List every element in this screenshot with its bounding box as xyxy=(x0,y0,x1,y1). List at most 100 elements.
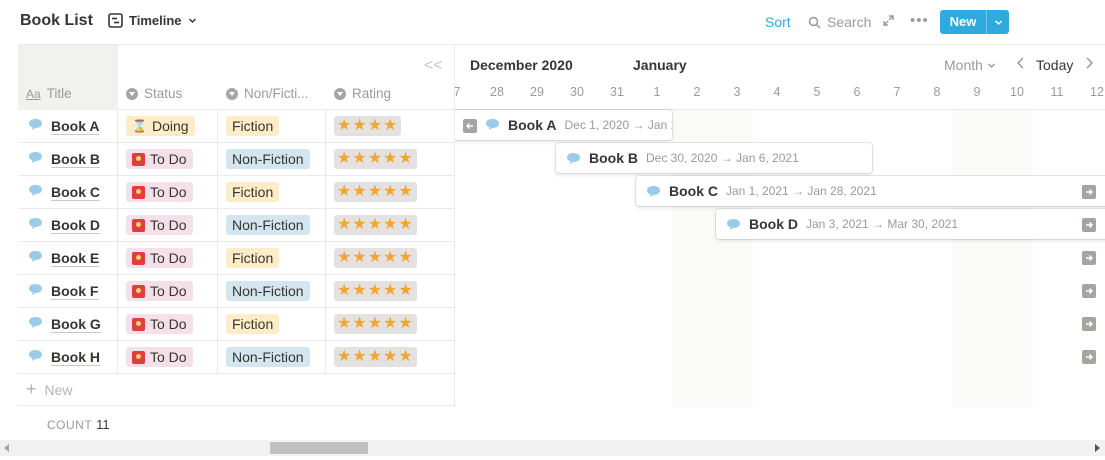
table-row[interactable]: Book A ⌛ Doing Fiction ★★★★ xyxy=(18,110,454,143)
scroll-to-start-button[interactable] xyxy=(463,119,477,133)
rating-cell[interactable]: ★★★★★ xyxy=(326,209,454,241)
timeline-bar[interactable]: Book D Jan 3, 2021 → Mar 30, 2021 xyxy=(716,209,1105,239)
fiction-cell[interactable]: Fiction xyxy=(218,110,326,142)
column-header-non-fiction[interactable]: Non/Ficti... xyxy=(226,86,309,101)
status-label: To Do xyxy=(150,151,187,167)
fiction-cell[interactable]: Fiction xyxy=(218,242,326,274)
more-options-button[interactable]: ••• xyxy=(910,12,929,29)
scroll-to-end-button[interactable] xyxy=(1082,251,1096,265)
fiction-cell[interactable]: Non-Fiction xyxy=(218,341,326,373)
chevron-down-icon xyxy=(994,19,1002,25)
status-cell[interactable]: To Do xyxy=(118,176,218,208)
day-label: 11 xyxy=(1050,85,1064,99)
status-cell[interactable]: To Do xyxy=(118,275,218,307)
day-label: 10 xyxy=(1010,85,1024,99)
timeline-bar[interactable]: Book A Dec 1, 2020 → Jan 1, 2021 xyxy=(455,110,672,140)
scroll-left-arrow-icon[interactable] xyxy=(4,444,9,452)
table-row[interactable]: Book D To Do Non-Fiction ★★★★★ xyxy=(18,209,454,242)
rating-cell[interactable]: ★★★★★ xyxy=(326,275,454,307)
column-header-status[interactable]: Status xyxy=(126,86,182,101)
book-title[interactable]: Book C xyxy=(51,184,100,201)
speech-bubble-icon xyxy=(28,283,43,299)
scroll-to-end-button[interactable] xyxy=(1082,185,1096,199)
scroll-to-end-button[interactable] xyxy=(1082,317,1096,331)
sort-button[interactable]: Sort xyxy=(765,14,791,30)
timeline-bar-dates: Dec 30, 2020 → Jan 6, 2021 xyxy=(646,151,799,165)
rating-cell[interactable]: ★★★★★ xyxy=(326,341,454,373)
table-row[interactable]: Book F To Do Non-Fiction ★★★★★ xyxy=(18,275,454,308)
day-label: 12 xyxy=(1090,85,1104,99)
fiction-cell[interactable]: Non-Fiction xyxy=(218,209,326,241)
scroll-to-end-button[interactable] xyxy=(1082,218,1096,232)
status-cell[interactable]: To Do xyxy=(118,242,218,274)
siren-icon xyxy=(132,218,145,232)
status-cell[interactable]: To Do xyxy=(118,209,218,241)
status-cell[interactable]: To Do xyxy=(118,143,218,175)
rating-cell[interactable]: ★★★★★ xyxy=(326,143,454,175)
scroll-to-end-button[interactable] xyxy=(1082,284,1096,298)
timeline-bar[interactable]: Book B Dec 30, 2020 → Jan 6, 2021 xyxy=(556,143,872,173)
timeline-bar-dates: Jan 1, 2021 → Jan 28, 2021 xyxy=(726,184,877,198)
title-cell[interactable]: Book H xyxy=(18,341,118,373)
status-cell[interactable]: ⌛ Doing xyxy=(118,110,218,142)
rating-cell[interactable]: ★★★★ xyxy=(326,110,454,142)
title-cell[interactable]: Book D xyxy=(18,209,118,241)
fiction-cell[interactable]: Fiction xyxy=(218,308,326,340)
previous-button[interactable] xyxy=(1016,56,1026,75)
column-header-rating[interactable]: Rating xyxy=(334,86,391,101)
rating-cell[interactable]: ★★★★★ xyxy=(326,242,454,274)
timeline-bar[interactable]: Book C Jan 1, 2021 → Jan 28, 2021 xyxy=(636,176,1105,206)
new-button[interactable]: New xyxy=(940,10,1009,34)
open-as-page-button[interactable] xyxy=(882,14,895,32)
view-switcher[interactable]: Timeline xyxy=(108,13,197,28)
search-button[interactable]: Search xyxy=(808,14,871,30)
table-row[interactable]: Book B To Do Non-Fiction ★★★★★ xyxy=(18,143,454,176)
book-title[interactable]: Book G xyxy=(51,316,101,333)
rating-cell[interactable]: ★★★★★ xyxy=(326,176,454,208)
new-dropdown-button[interactable] xyxy=(986,10,1009,34)
title-cell[interactable]: Book C xyxy=(18,176,118,208)
title-cell[interactable]: Book B xyxy=(18,143,118,175)
today-button[interactable]: Today xyxy=(1036,57,1073,73)
siren-icon xyxy=(132,284,145,298)
fiction-cell[interactable]: Non-Fiction xyxy=(218,143,326,175)
title-cell[interactable]: Book G xyxy=(18,308,118,340)
collapse-table-button[interactable]: << xyxy=(424,57,443,75)
book-title[interactable]: Book A xyxy=(51,118,100,135)
book-title[interactable]: Book E xyxy=(51,250,100,267)
fiction-cell[interactable]: Non-Fiction xyxy=(218,275,326,307)
status-cell[interactable]: To Do xyxy=(118,308,218,340)
table-row[interactable]: Book C To Do Fiction ★★★★★ xyxy=(18,176,454,209)
book-title[interactable]: Book B xyxy=(51,151,100,168)
table-row[interactable]: Book H To Do Non-Fiction ★★★★★ xyxy=(18,341,454,374)
book-title[interactable]: Book H xyxy=(51,349,100,366)
title-cell[interactable]: Book A xyxy=(18,110,118,142)
select-property-icon xyxy=(126,87,138,100)
add-new-row-button[interactable]: + New xyxy=(18,374,454,406)
horizontal-scrollbar[interactable] xyxy=(0,440,1105,456)
scroll-to-end-button[interactable] xyxy=(1082,350,1096,364)
arrow-right-icon xyxy=(1086,222,1093,228)
next-button[interactable] xyxy=(1084,56,1094,75)
scrollbar-thumb[interactable] xyxy=(270,442,368,454)
title-cell[interactable]: Book E xyxy=(18,242,118,274)
scroll-right-arrow-icon[interactable] xyxy=(1095,444,1100,452)
fiction-cell[interactable]: Fiction xyxy=(218,176,326,208)
rating-stars: ★★★★ xyxy=(334,116,402,136)
book-title[interactable]: Book F xyxy=(51,283,99,300)
hourglass-icon: ⌛ xyxy=(132,119,147,133)
day-label: 2 xyxy=(693,85,701,99)
timeline-range-select[interactable]: Month xyxy=(944,57,996,73)
siren-icon xyxy=(132,152,145,166)
rating-cell[interactable]: ★★★★★ xyxy=(326,308,454,340)
add-new-row-label: New xyxy=(44,381,73,398)
column-header-title[interactable]: Aa Title xyxy=(26,86,72,101)
title-cell[interactable]: Book F xyxy=(18,275,118,307)
table-row[interactable]: Book G To Do Fiction ★★★★★ xyxy=(18,308,454,341)
database-title[interactable]: Book List xyxy=(20,12,93,30)
table-row[interactable]: Book E To Do Fiction ★★★★★ xyxy=(18,242,454,275)
day-label: 1 xyxy=(653,85,661,99)
status-cell[interactable]: To Do xyxy=(118,341,218,373)
rating-stars: ★★★★★ xyxy=(334,248,417,268)
book-title[interactable]: Book D xyxy=(51,217,100,234)
